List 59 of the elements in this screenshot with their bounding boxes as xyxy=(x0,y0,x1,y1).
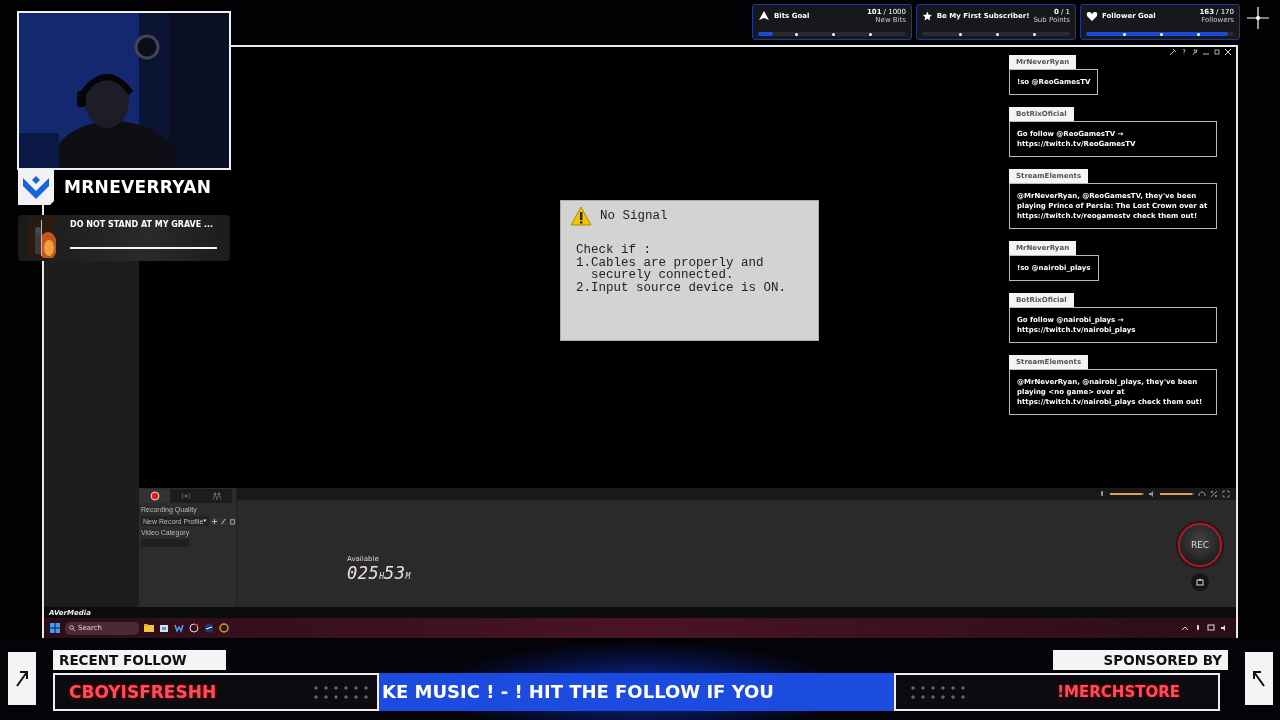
minutes-unit: M xyxy=(405,572,411,581)
plus-icon[interactable] xyxy=(211,517,218,525)
hours-value: 025 xyxy=(347,563,380,583)
sparkle-icon xyxy=(1247,7,1269,29)
microphone-icon[interactable] xyxy=(1194,624,1202,632)
people-icon xyxy=(211,491,222,501)
heart-icon xyxy=(1086,10,1098,22)
dialog-text: Check if : xyxy=(576,244,651,257)
triangle-icon xyxy=(758,10,770,22)
recent-follow-label: RECENT FOLLOW xyxy=(53,650,226,670)
milestone-dot xyxy=(996,32,999,36)
percent-icon[interactable] xyxy=(1210,490,1218,498)
milestone-dot xyxy=(1033,32,1036,36)
restore-icon[interactable] xyxy=(1213,48,1221,56)
close-icon[interactable] xyxy=(1224,48,1232,56)
windows-icon[interactable] xyxy=(50,623,60,633)
panel-tab[interactable] xyxy=(139,489,170,503)
broadcast-icon xyxy=(180,491,191,501)
caret-icon xyxy=(203,519,207,523)
song-title: DO NOT STAND AT MY GRAVE ... xyxy=(70,220,215,229)
search-icon xyxy=(69,625,75,631)
monitor-icon[interactable] xyxy=(1207,624,1215,632)
ring-icon[interactable] xyxy=(219,623,229,633)
folder-icon[interactable] xyxy=(144,623,154,633)
milestone-dot xyxy=(959,32,962,36)
help-icon[interactable] xyxy=(1180,48,1188,56)
w-letter-icon[interactable] xyxy=(174,623,184,633)
snapshot-button[interactable] xyxy=(1191,573,1209,591)
speaker-icon[interactable] xyxy=(1220,624,1228,632)
chevron-up-icon[interactable] xyxy=(1181,624,1189,632)
sponsored-label: SPONSORED BY xyxy=(1053,650,1228,670)
hours-unit: H xyxy=(379,572,385,581)
milestone-dot xyxy=(795,32,798,36)
headphones-icon[interactable] xyxy=(1198,490,1206,498)
news-ticker: KE MUSIC ! - ! HIT THE FOLLOW IF YOU xyxy=(379,673,894,711)
star-icon xyxy=(922,10,933,22)
sponsor-name: !MERCHSTORE xyxy=(1057,683,1180,701)
record-icon xyxy=(149,491,160,501)
trash-icon[interactable] xyxy=(229,517,236,525)
minutes-value: 53 xyxy=(384,563,406,583)
plus-pattern-drawing xyxy=(313,683,369,701)
milestone-dot xyxy=(1197,32,1200,36)
dialog-text: 1.Cables are properly and securely connected. xyxy=(576,256,765,282)
record-button[interactable]: REC xyxy=(1178,523,1222,567)
dialog-text: 2.Input source device is ON. xyxy=(576,281,788,294)
milestone-dot xyxy=(832,32,835,36)
follower-name: CBOYISFRESHH xyxy=(69,682,217,702)
milestone-dot xyxy=(1160,32,1163,36)
plus-pattern-drawing xyxy=(910,683,966,701)
camera-icon xyxy=(1196,578,1204,586)
warning-icon xyxy=(570,206,592,226)
microphone-icon[interactable] xyxy=(1098,490,1106,498)
edit-icon[interactable] xyxy=(220,517,227,525)
fullscreen-icon[interactable] xyxy=(1222,490,1230,498)
speaker-icon[interactable] xyxy=(1148,490,1156,498)
dialog-title: No Signal xyxy=(600,209,668,223)
milestone-dot xyxy=(1123,32,1126,36)
channel-name: MRNEVERRYAN xyxy=(64,177,212,197)
milestone-dot xyxy=(869,32,872,36)
